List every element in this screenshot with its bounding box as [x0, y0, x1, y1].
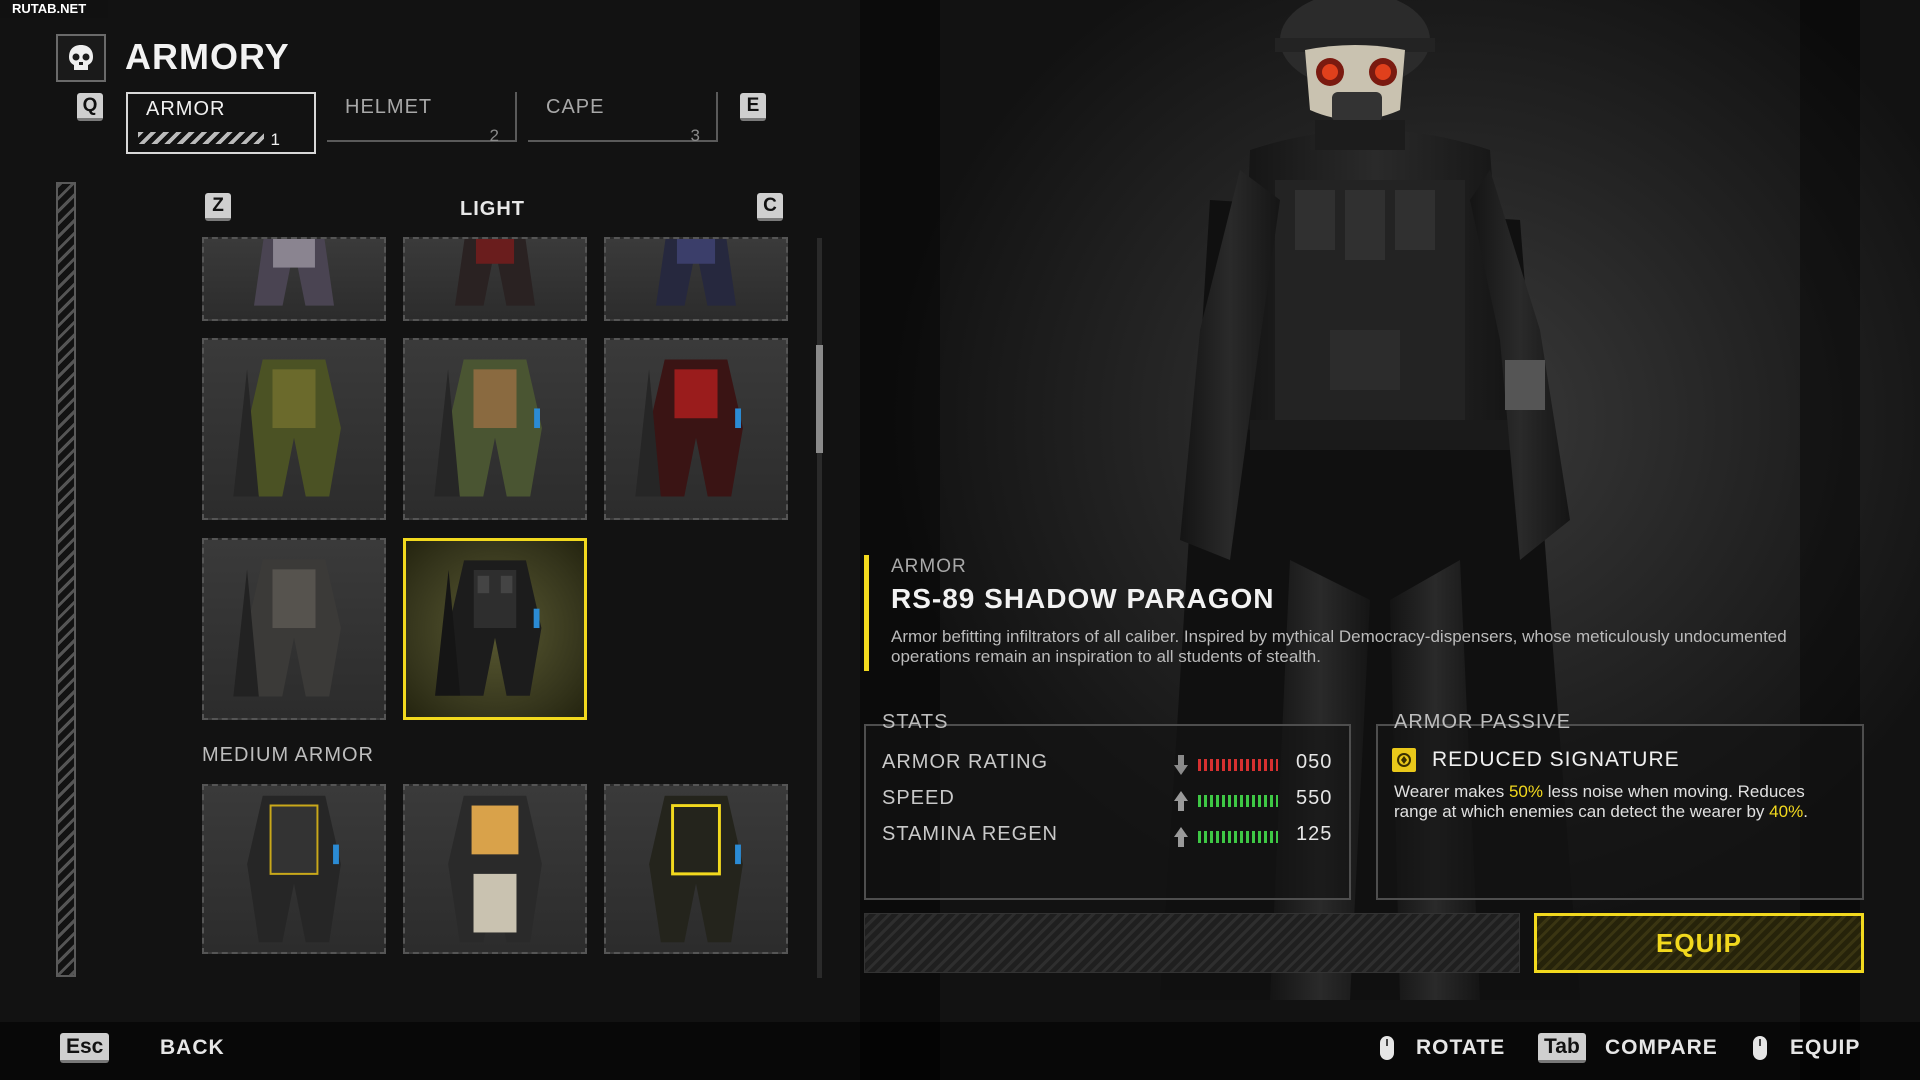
tab-label: ARMOR: [146, 98, 226, 120]
passive-highlight: 50%: [1508, 782, 1543, 801]
page-title: ARMORY: [125, 36, 290, 77]
left-rail-decoration: [56, 182, 76, 977]
tab-number: 2: [489, 126, 499, 145]
armor-slot[interactable]: [403, 237, 587, 321]
passive-name: REDUCED SIGNATURE: [1432, 748, 1680, 771]
armor-slot[interactable]: [604, 237, 788, 321]
tab-label: CAPE: [546, 96, 605, 118]
stats-title: STATS: [882, 711, 949, 733]
stat-value: 550: [1296, 787, 1333, 809]
tab-number: 3: [690, 126, 700, 145]
grid-scrollbar-thumb[interactable]: [816, 345, 823, 453]
armor-slot[interactable]: [403, 338, 587, 520]
tab-label: HELMET: [345, 96, 433, 118]
tab-cape[interactable]: CAPE 3: [528, 92, 718, 145]
esc-key[interactable]: Esc: [60, 1033, 110, 1063]
tab-helmet[interactable]: HELMET 2: [327, 92, 517, 145]
arrow-up-icon: [1174, 791, 1188, 811]
item-name: RS-89 SHADOW PARAGON: [891, 583, 1275, 614]
next-category-key[interactable]: C: [757, 193, 783, 221]
prev-tab-key[interactable]: Q: [77, 93, 103, 121]
back-label[interactable]: BACK: [160, 1036, 225, 1060]
signature-icon: [1392, 748, 1416, 772]
armor-slot[interactable]: [403, 784, 587, 954]
stat-row-speed: SPEED 550: [882, 787, 1331, 817]
stat-bar: [1198, 759, 1278, 771]
stat-bar: [1198, 795, 1278, 807]
tab-key[interactable]: Tab: [1538, 1033, 1586, 1063]
passive-description: Wearer makes 50% less noise when moving.…: [1394, 782, 1844, 822]
tab-progress-hatch: [138, 132, 264, 144]
compare-label[interactable]: COMPARE: [1605, 1036, 1718, 1060]
skull-logo-icon: [56, 34, 106, 82]
next-tab-key[interactable]: E: [740, 93, 766, 121]
equip-footer-label[interactable]: EQUIP: [1790, 1036, 1860, 1060]
passive-text: .: [1803, 802, 1808, 821]
passive-title: ARMOR PASSIVE: [1394, 711, 1572, 733]
armor-passive-panel: ARMOR PASSIVE REDUCED SIGNATURE Wearer m…: [1376, 711, 1864, 900]
section-title-medium-armor: MEDIUM ARMOR: [202, 744, 374, 766]
item-description: Armor befitting infiltrators of all cali…: [891, 627, 1787, 666]
passive-highlight: 40%: [1769, 802, 1804, 821]
stat-label: STAMINA REGEN: [882, 823, 1058, 845]
tab-number: 1: [270, 130, 280, 149]
arrow-down-icon: [1174, 755, 1188, 775]
stat-label: SPEED: [882, 787, 955, 809]
passive-text: Wearer makes: [1394, 782, 1509, 801]
stat-bar: [1198, 831, 1278, 843]
equip-button[interactable]: EQUIP: [1534, 913, 1864, 973]
armor-slot[interactable]: [202, 784, 386, 954]
stat-value: 125: [1296, 823, 1333, 845]
mouse-icon: [1753, 1036, 1767, 1060]
stat-row-stamina-regen: STAMINA REGEN 125: [882, 823, 1331, 853]
armory-screen: RUTAB.NET ARMORY Q E ARMOR 1 HELMET 2 CA…: [0, 0, 1920, 1080]
armor-slot[interactable]: [604, 784, 788, 954]
category-title: LIGHT: [460, 198, 525, 220]
item-type: ARMOR: [891, 556, 967, 577]
stat-label: ARMOR RATING: [882, 751, 1049, 773]
armor-slot[interactable]: [604, 338, 788, 520]
info-accent-bar: [864, 555, 869, 671]
armor-slot[interactable]: [202, 237, 386, 321]
armor-slot-selected[interactable]: [403, 538, 587, 720]
watermark: RUTAB.NET: [0, 0, 108, 18]
armor-slot[interactable]: [202, 338, 386, 520]
tab-armor[interactable]: ARMOR 1: [126, 92, 316, 154]
stats-panel: STATS ARMOR RATING 050 SPEED 550 STAMINA…: [864, 711, 1351, 900]
rotate-label[interactable]: ROTATE: [1416, 1036, 1505, 1060]
stat-row-armor-rating: ARMOR RATING 050: [882, 751, 1331, 781]
action-hatch-strip: [864, 913, 1520, 973]
prev-category-key[interactable]: Z: [205, 193, 231, 221]
stat-value: 050: [1296, 751, 1333, 773]
arrow-up-icon: [1174, 827, 1188, 847]
mouse-icon: [1380, 1036, 1394, 1060]
armor-slot[interactable]: [202, 538, 386, 720]
